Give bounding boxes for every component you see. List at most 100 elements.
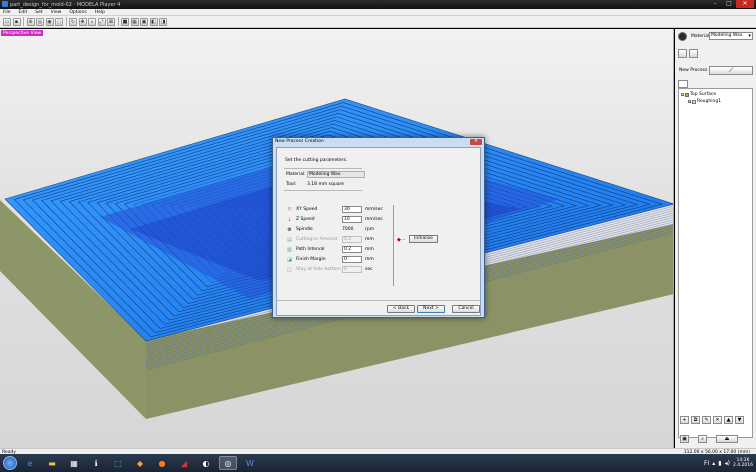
copy-icon[interactable]: ⧉ [691, 416, 700, 424]
menu-file[interactable]: File [3, 9, 11, 15]
material-label: Material: [286, 172, 306, 177]
wand-icon: ⟋ [728, 67, 734, 74]
volume-icon[interactable]: ◂) [725, 460, 730, 467]
preview-icon[interactable]: ▣ [680, 435, 689, 443]
tool-value: 3.18 mm square [307, 182, 344, 187]
new-process-label: New Process [679, 68, 708, 73]
edit-icon[interactable]: ✎ [702, 416, 711, 424]
zoom-window-icon[interactable]: ⊠ [107, 17, 115, 26]
simulation-icon[interactable]: ⌕ [698, 435, 707, 443]
path-interval-input[interactable]: 0.2 [342, 246, 362, 253]
modela-player-icon[interactable]: ◎ [219, 456, 237, 470]
move-down-icon[interactable]: ▼ [735, 416, 744, 424]
cut-icon[interactable]: ⏏ [716, 435, 738, 443]
app-icon-5[interactable]: ◢ [175, 456, 193, 470]
tree-node-roughing[interactable]: + Roughing1 [688, 99, 721, 104]
wireframe-icon[interactable]: ▦ [130, 17, 139, 26]
next-button[interactable]: Next > [417, 305, 445, 313]
browser-icon[interactable]: e [21, 456, 39, 470]
expand-icon[interactable]: + [688, 100, 692, 104]
view-all-icon[interactable]: ⊕ [26, 17, 35, 26]
word-icon[interactable]: W [241, 456, 259, 470]
delete-icon[interactable]: ✕ [713, 416, 722, 424]
tree-node-label: Top Surface [690, 92, 717, 97]
save-icon[interactable]: ▪ [12, 17, 21, 26]
process-tree: − Top Surface + Roughing1 [678, 88, 753, 438]
row-spindle: ⚙ Spindle 7000 rpm [286, 225, 374, 234]
path-view-icon[interactable]: ◧ [149, 17, 158, 26]
cutting-in-input: 0.2 [342, 236, 362, 243]
maximize-button[interactable]: □ [722, 0, 736, 8]
xy-speed-input[interactable]: 30 [342, 206, 362, 213]
window-title: part_design_for_mold-02 - MODELA Player … [10, 1, 121, 8]
menu-edit[interactable]: Edit [19, 9, 28, 15]
spindle-label: Spindle [296, 227, 313, 232]
firefox-icon[interactable]: ● [153, 456, 171, 470]
app-icon-3[interactable]: ⬚ [109, 456, 127, 470]
stock-settings-icon[interactable] [678, 49, 687, 58]
process-tree-tab[interactable] [678, 80, 688, 88]
window-controls: – □ ✕ [708, 0, 754, 9]
clock[interactable]: 14:26 2.4.2016 [733, 458, 753, 469]
cancel-button[interactable]: Cancel [452, 305, 480, 313]
collapse-icon[interactable]: − [681, 93, 685, 97]
path-interval-label: Path Interval [296, 247, 325, 252]
dialog-instruction: Set the cutting parameters. [285, 158, 348, 163]
menu-view[interactable]: View [51, 9, 62, 15]
tray-arrow-icon[interactable]: ▴ [712, 460, 715, 467]
menu-options[interactable]: Options [69, 9, 86, 15]
network-icon[interactable]: ▮ [718, 460, 721, 467]
stock-view-icon[interactable]: ▣ [140, 17, 148, 26]
view-side-icon[interactable]: ◌ [55, 17, 63, 26]
material-value: Modeling Wax [307, 171, 365, 178]
toolbar: ▭ ▪ ⊕ ◎ ◉ ◌ ↻ ✥ ⌕ ⤢ ⊠ ■ ▦ ▣ ◧ ◨ [0, 16, 756, 28]
material-select[interactable]: Modeling Wax [709, 32, 753, 40]
view-top-icon[interactable]: ◎ [36, 17, 44, 26]
toolbar-separator [23, 17, 24, 26]
app-icon-4[interactable]: ◆ [131, 456, 149, 470]
footer-divider [277, 300, 480, 301]
spindle-value: 7000 [342, 227, 354, 232]
move-up-icon[interactable]: ▲ [724, 416, 733, 424]
add-icon[interactable]: + [680, 416, 689, 424]
open-folder-icon[interactable]: ▭ [3, 17, 11, 26]
new-process-button[interactable]: ⟋ [709, 66, 753, 75]
stay-at-hole-input: 0 [342, 266, 362, 273]
clock-date: 2.4.2016 [732, 463, 753, 468]
output-row: ▣ ⌕ ⏏ [680, 435, 738, 443]
pan-icon[interactable]: ✥ [78, 17, 87, 26]
view-front-icon[interactable]: ◉ [45, 17, 54, 26]
menu-set[interactable]: Set [35, 9, 42, 15]
rotate-icon[interactable]: ↻ [69, 17, 77, 26]
initialize-button[interactable]: Initialize [409, 235, 438, 243]
tree-node-label: Roughing1 [697, 99, 722, 104]
close-button[interactable]: ✕ [736, 0, 754, 8]
xy-speed-icon: ⤧ [287, 206, 292, 213]
minimize-button[interactable]: – [708, 0, 722, 8]
language-indicator[interactable]: FI [704, 460, 709, 467]
start-button[interactable] [3, 456, 17, 470]
model-view-icon[interactable]: ◨ [159, 17, 167, 26]
dialog-title: New Process Creation [275, 139, 324, 144]
finish-margin-input[interactable]: 0 [342, 256, 362, 263]
tree-node-top-surface[interactable]: − Top Surface [681, 92, 716, 97]
menu-help[interactable]: Help [95, 9, 105, 15]
zoom-icon[interactable]: ⌕ [88, 17, 96, 26]
back-button[interactable]: < Back [387, 305, 415, 313]
app-icon-6[interactable]: ◐ [197, 456, 215, 470]
app-icon-2[interactable]: ℹ [87, 456, 105, 470]
tool-label: Tool: [286, 182, 297, 187]
dialog-close-button[interactable]: ✕ [470, 139, 482, 145]
model-settings-icon[interactable] [689, 49, 698, 58]
spindle-unit: rpm [365, 227, 375, 232]
explorer-icon[interactable]: ▬ [43, 456, 61, 470]
cutting-in-unit: mm [365, 237, 374, 242]
dialog-body: Set the cutting parameters. Material: Mo… [276, 147, 481, 316]
z-speed-input[interactable]: 10 [342, 216, 362, 223]
zoom-fit-icon[interactable]: ⤢ [97, 17, 106, 26]
z-speed-icon: ⇣ [287, 216, 292, 223]
app-icon-1[interactable]: ▦ [65, 456, 83, 470]
shading-icon[interactable]: ■ [121, 17, 129, 26]
system-tray: FI ▴ ▮ ◂) 14:26 2.4.2016 [704, 455, 753, 471]
path-interval-icon: ▥ [287, 246, 292, 253]
